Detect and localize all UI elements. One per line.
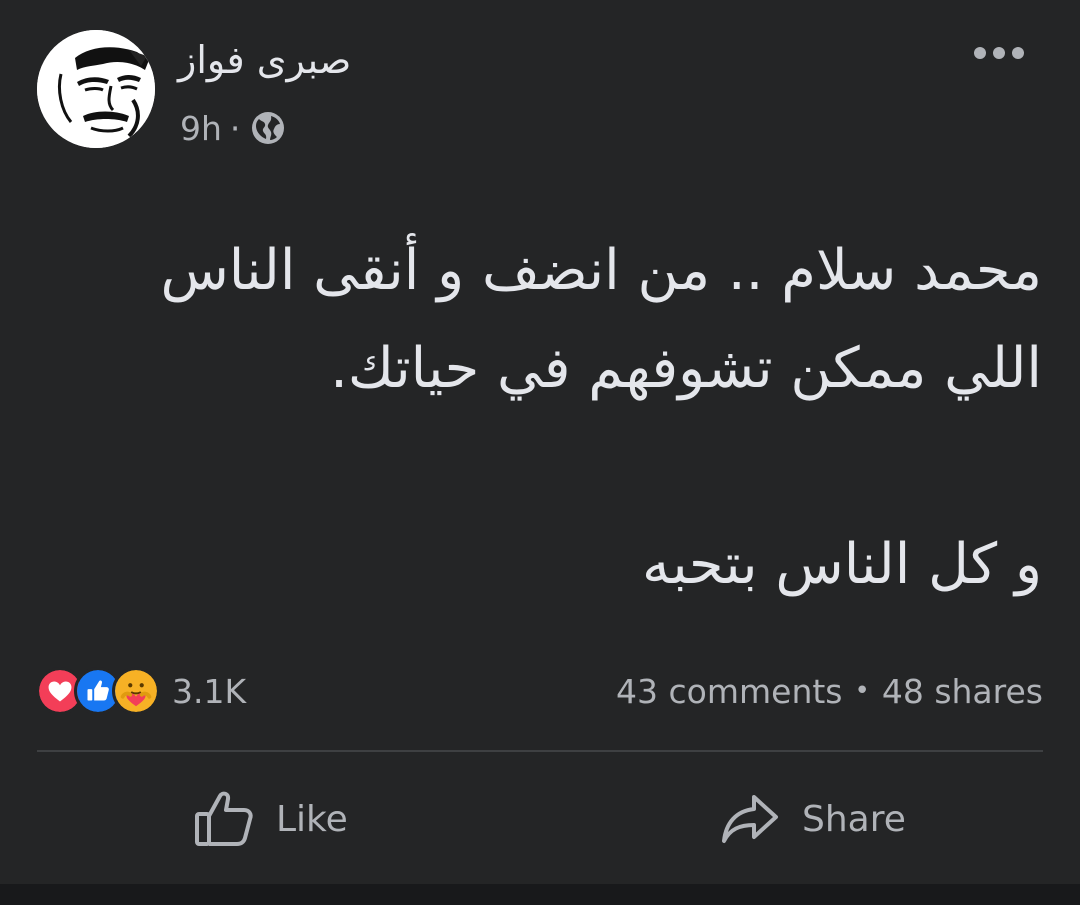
reaction-count: 3.1K — [172, 671, 247, 711]
post-text-paragraph: محمد سلام .. من انضف و أنقى الناس اللي م… — [160, 238, 1042, 401]
post-card: صبرى فواز 9h · محمد سلام .. من انضف و أن… — [0, 0, 1080, 884]
reactions-summary[interactable]: 3.1K — [36, 666, 246, 716]
engagement-stats: 43 comments • 48 shares — [616, 668, 1043, 714]
post-body: محمد سلام .. من انضف و أنقى الناس اللي م… — [60, 222, 1042, 614]
avatar-sketch-face-icon — [37, 30, 155, 148]
post-meta: 9h · — [180, 106, 286, 150]
like-label: Like — [276, 798, 348, 840]
post-text-paragraph: و كل الناس بتحبه — [641, 532, 1042, 597]
more-dots-icon — [974, 47, 1024, 59]
comments-count-link[interactable]: 43 comments — [616, 672, 842, 711]
share-arrow-icon — [722, 795, 778, 843]
post-timestamp[interactable]: 9h — [180, 109, 222, 148]
shares-count-link[interactable]: 48 shares — [882, 672, 1043, 711]
bottom-edge — [0, 884, 1080, 905]
divider — [37, 750, 1043, 752]
stats-separator: • — [854, 676, 870, 706]
like-button[interactable]: Like — [194, 786, 348, 852]
author-name[interactable]: صبرى فواز — [178, 36, 351, 84]
share-button[interactable]: Share — [720, 786, 906, 852]
thumbs-up-outline-icon — [195, 791, 253, 846]
more-options-button[interactable] — [966, 36, 1032, 70]
care-reaction-icon — [112, 667, 160, 715]
globe-icon — [250, 110, 286, 146]
author-avatar[interactable] — [37, 30, 155, 148]
share-label: Share — [802, 798, 906, 840]
meta-separator: · — [229, 108, 241, 148]
